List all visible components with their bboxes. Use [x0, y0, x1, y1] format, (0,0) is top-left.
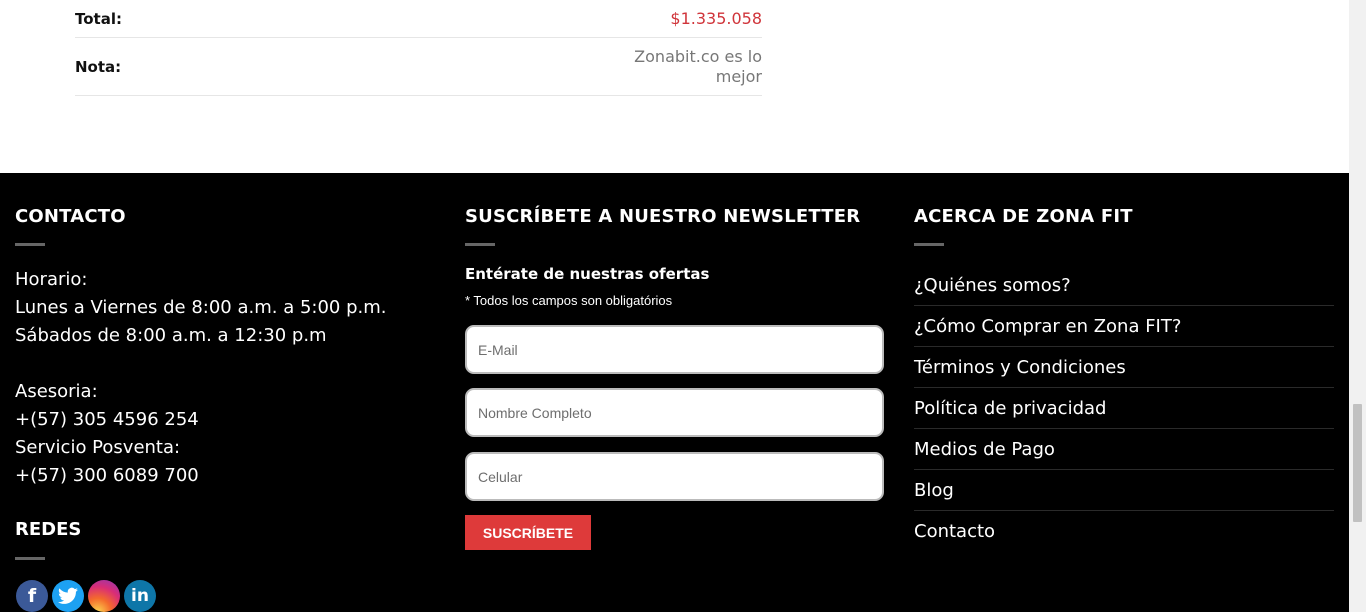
facebook-icon[interactable]: f	[16, 580, 48, 612]
about-links: ¿Quiénes somos? ¿Cómo Comprar en Zona FI…	[914, 265, 1334, 551]
site-footer: CONTACTO Horario: Lunes a Viernes de 8:0…	[0, 173, 1349, 612]
total-value: $1.335.058	[670, 9, 762, 28]
total-label: Total:	[75, 9, 122, 28]
about-link-terminos[interactable]: Términos y Condiciones	[914, 347, 1334, 388]
nota-value: Zonabit.co es lo mejor	[634, 46, 762, 86]
about-link-quienes-somos[interactable]: ¿Quiénes somos?	[914, 265, 1334, 306]
about-link-privacidad[interactable]: Política de privacidad	[914, 388, 1334, 429]
email-input[interactable]	[465, 325, 884, 374]
contact-info: Horario: Lunes a Viernes de 8:00 a.m. a …	[15, 266, 387, 490]
page-scrollbar[interactable]	[1349, 0, 1366, 612]
horario-weekdays: Lunes a Viernes de 8:00 a.m. a 5:00 p.m.	[15, 297, 387, 318]
horario-label: Horario:	[15, 269, 88, 290]
nota-label: Nota:	[75, 57, 122, 76]
nota-row: Nota: Zonabit.co es lo mejor	[75, 38, 762, 96]
title-divider	[914, 243, 944, 246]
title-divider	[465, 243, 495, 246]
asesoria-label: Asesoria:	[15, 381, 98, 402]
horario-saturday: Sábados de 8:00 a.m. a 12:30 p.m	[15, 325, 327, 346]
redes-title: REDES	[15, 519, 82, 540]
posventa-label: Servicio Posventa:	[15, 437, 181, 458]
social-links: f in	[16, 580, 156, 612]
instagram-icon[interactable]	[88, 580, 120, 612]
about-title: ACERCA DE ZONA FIT	[914, 206, 1133, 227]
asesoria-phone[interactable]: +(57) 305 4596 254	[15, 406, 387, 434]
posventa-phone[interactable]: +(57) 300 6089 700	[15, 462, 387, 490]
title-divider	[15, 243, 45, 246]
total-row: Total: $1.335.058	[75, 0, 762, 38]
about-link-como-comprar[interactable]: ¿Cómo Comprar en Zona FIT?	[914, 306, 1334, 347]
newsletter-title: SUSCRÍBETE A NUESTRO NEWSLETTER	[465, 206, 861, 227]
about-link-contacto[interactable]: Contacto	[914, 511, 1334, 551]
required-note: * Todos los campos son obligatórios	[465, 293, 673, 308]
newsletter-subtitle: Entérate de nuestras ofertas	[465, 265, 710, 283]
scrollbar-thumb[interactable]	[1353, 404, 1362, 522]
subscribe-button[interactable]: SUSCRÍBETE	[465, 515, 591, 550]
order-summary: Total: $1.335.058 Nota: Zonabit.co es lo…	[75, 0, 762, 96]
title-divider	[15, 557, 45, 560]
phone-input[interactable]	[465, 452, 884, 501]
contact-title: CONTACTO	[15, 206, 126, 227]
linkedin-icon[interactable]: in	[124, 580, 156, 612]
twitter-icon[interactable]	[52, 580, 84, 612]
about-link-blog[interactable]: Blog	[914, 470, 1334, 511]
about-link-medios-pago[interactable]: Medios de Pago	[914, 429, 1334, 470]
full-name-input[interactable]	[465, 388, 884, 437]
